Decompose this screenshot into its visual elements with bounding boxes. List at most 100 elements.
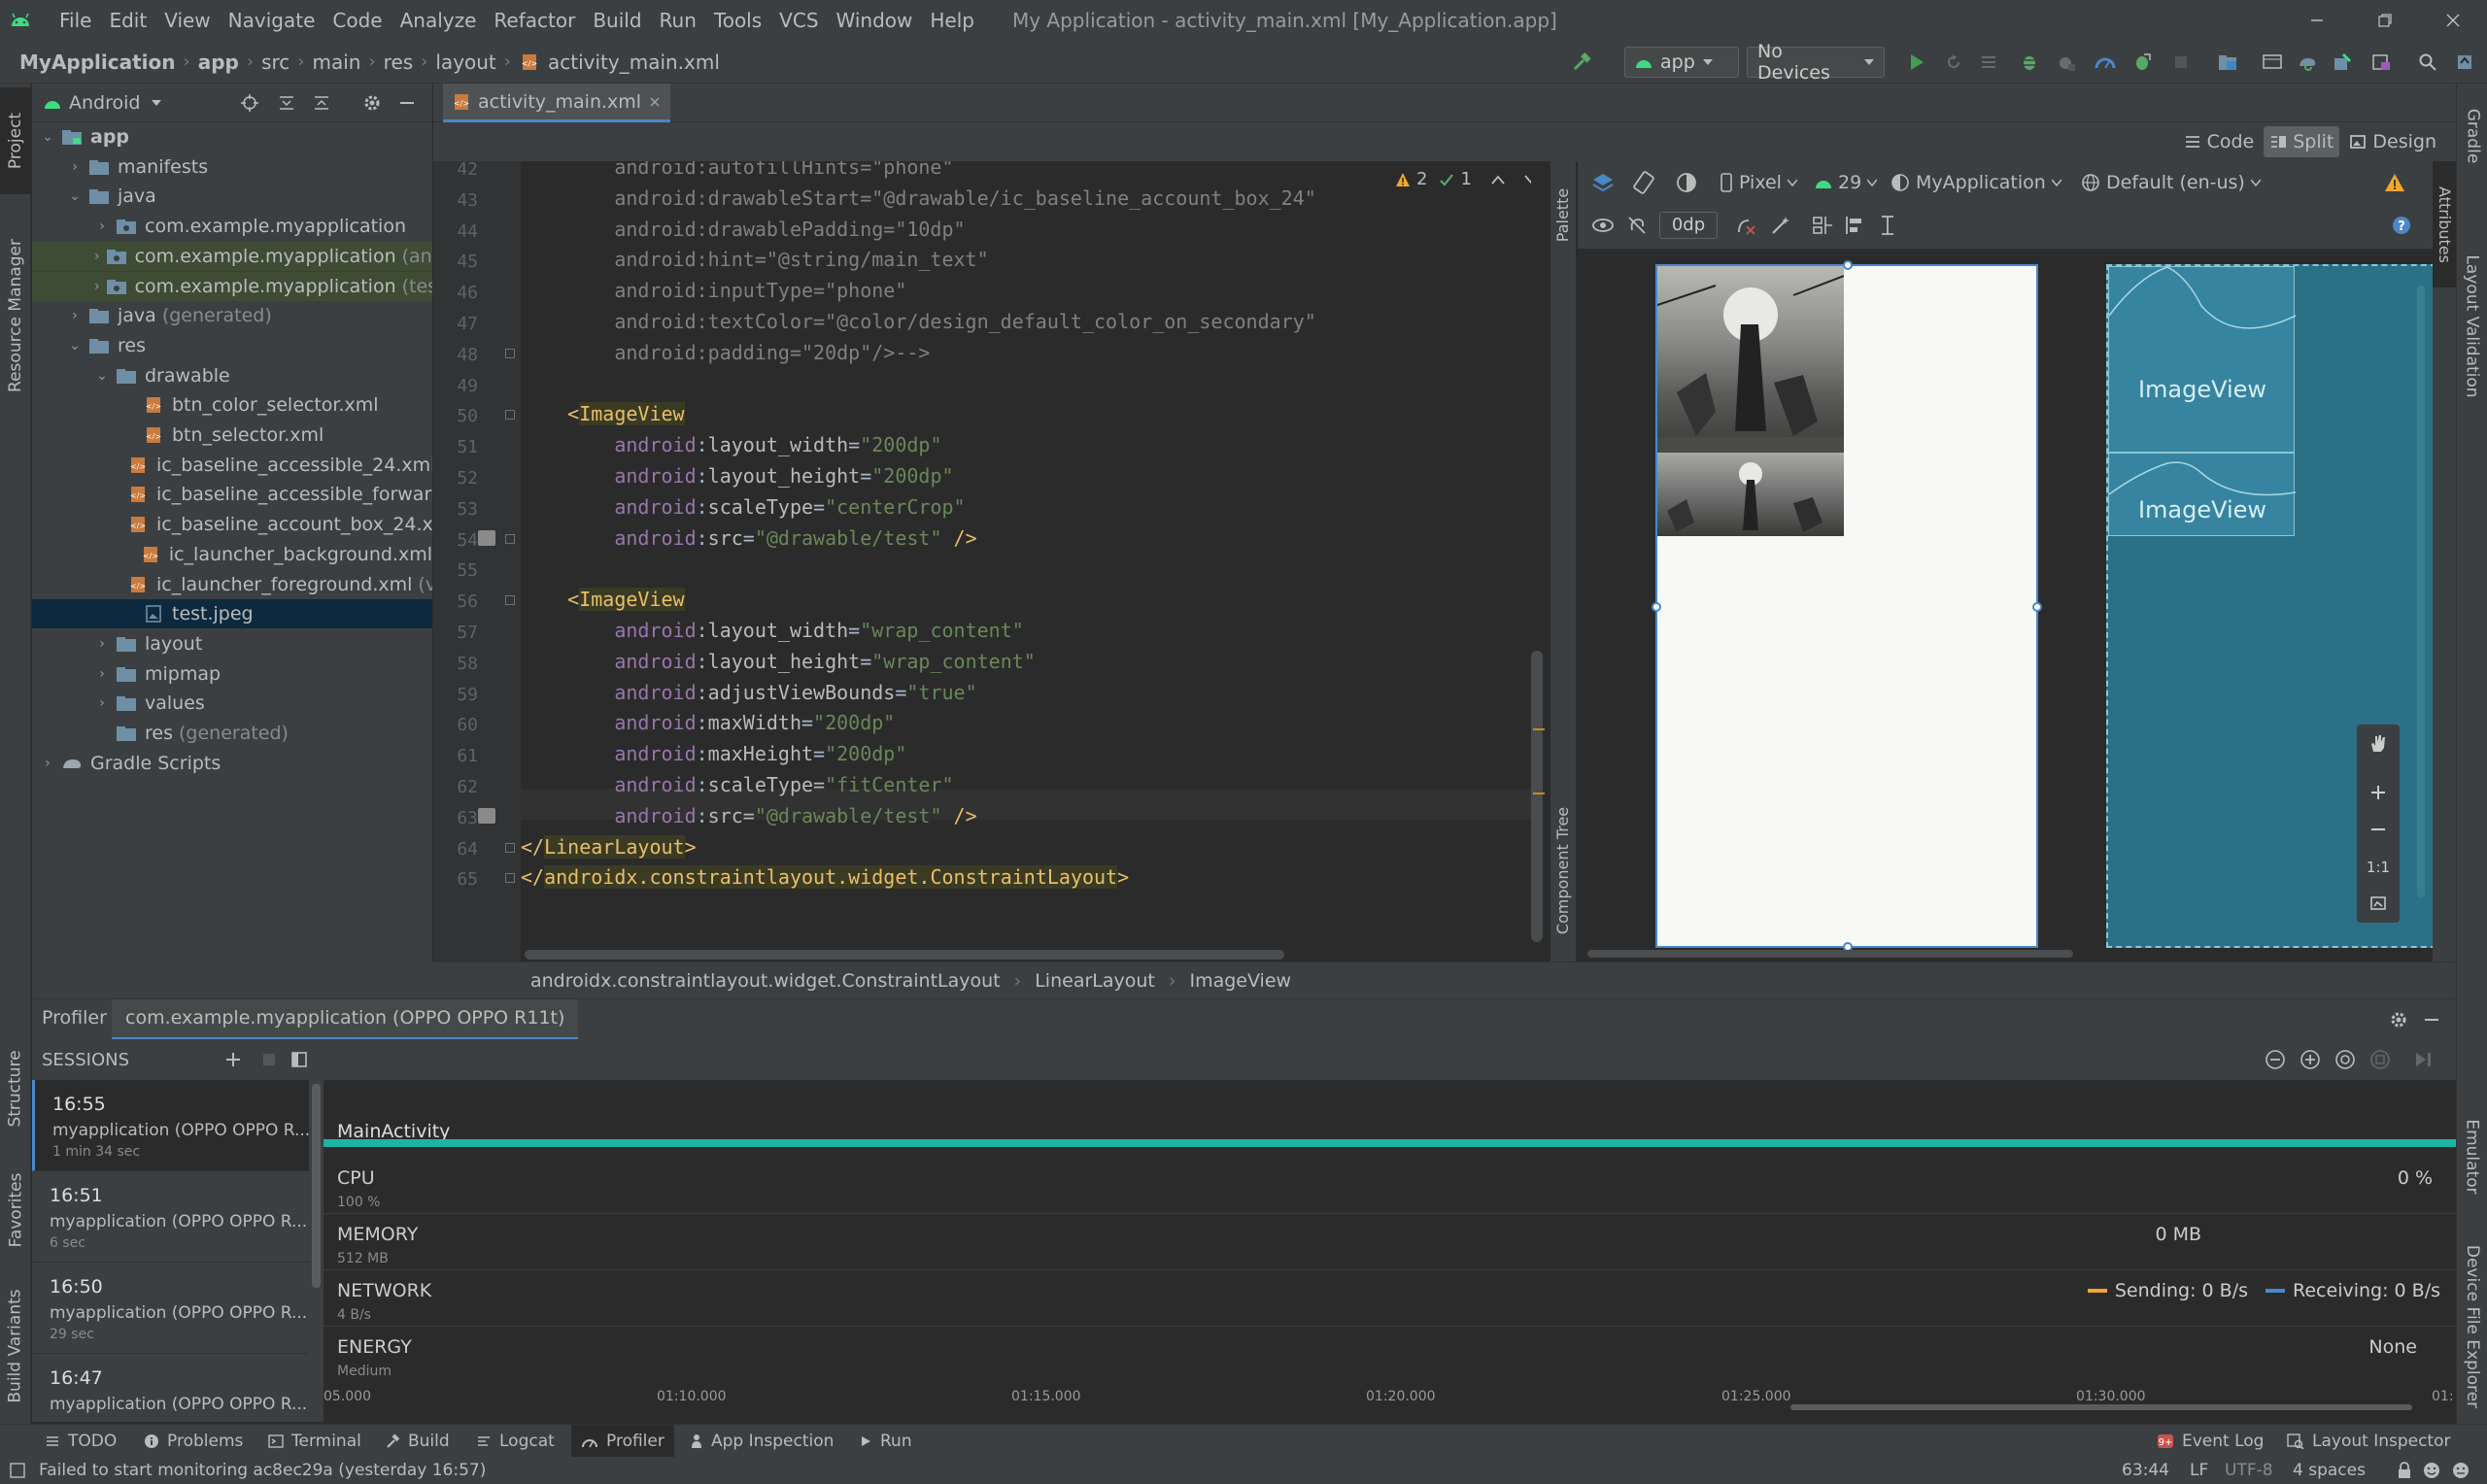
close-window-button[interactable] — [2419, 0, 2487, 41]
tree-item[interactable]: ⌄ java — [32, 182, 432, 211]
tree-item[interactable]: </> ic_baseline_account_box_24.xm — [32, 510, 432, 539]
tree-item[interactable]: </> ic_launcher_foreground.xml (v2 — [32, 570, 432, 599]
code-line[interactable]: android:inputType="phone" — [521, 279, 906, 302]
code-line[interactable]: android:drawableStart="@drawable/ic_base… — [521, 186, 1315, 210]
apply-changes-button[interactable] — [1937, 47, 1970, 78]
profiler-bottom-tab[interactable]: Profiler — [571, 1425, 674, 1458]
session-item[interactable]: 16:55 myapplication (OPPO OPPO R... 1 mi… — [32, 1080, 310, 1171]
menu-refactor[interactable]: Refactor — [485, 0, 584, 41]
orientation-icon[interactable] — [1632, 171, 1655, 194]
code-line[interactable]: android:textColor="@color/design_default… — [521, 310, 1315, 333]
layout-inspector-tab[interactable]: Layout Inspector — [2287, 1425, 2451, 1458]
imageview-fitcenter[interactable] — [1657, 453, 1844, 536]
ide-updates-button[interactable] — [2448, 47, 2481, 78]
fold-marker-icon[interactable] — [505, 873, 515, 884]
code-line[interactable]: android:hint="@string/main_text" — [521, 248, 988, 271]
code-line[interactable]: android:padding="20dp"/>--> — [521, 341, 930, 364]
code-line[interactable]: </androidx.constraintlayout.widget.Const… — [521, 865, 1129, 890]
tree-item[interactable]: ⌄ app — [32, 122, 432, 152]
add-session-icon[interactable] — [224, 1051, 242, 1068]
event-log-tab[interactable]: 9+ Event Log — [2157, 1425, 2264, 1458]
attach-process-button[interactable] — [2126, 47, 2159, 78]
feedback-face-icon[interactable] — [2452, 1462, 2470, 1479]
menu-vcs[interactable]: VCS — [770, 0, 827, 41]
menu-tools[interactable]: Tools — [705, 0, 770, 41]
clear-constraints-icon[interactable] — [1735, 215, 1756, 236]
menu-edit[interactable]: Edit — [100, 0, 155, 41]
tree-item[interactable]: › com.example.myapplication(test) — [32, 271, 432, 301]
device-dropdown[interactable]: No Devices — [1747, 41, 1885, 84]
tab-activity-main[interactable]: </> activity_main.xml — [443, 84, 671, 122]
zoom-to-selection-icon[interactable] — [2369, 1049, 2391, 1070]
problems-tab[interactable]: Problems — [144, 1425, 243, 1458]
fold-marker-icon[interactable] — [505, 533, 515, 544]
sdk-manager-button[interactable] — [2326, 47, 2359, 78]
warning-marker[interactable] — [1533, 728, 1545, 730]
chevron-down-icon[interactable]: ⌄ — [40, 129, 55, 145]
api-level-selector[interactable]: 29 — [1815, 167, 1878, 198]
close-tab-icon[interactable] — [649, 96, 661, 108]
chevron-up-icon[interactable] — [1491, 174, 1505, 186]
session-item[interactable]: 16:50 myapplication (OPPO OPPO R... 29 s… — [32, 1263, 309, 1354]
palette-tool-tab[interactable]: Palette — [1550, 161, 1576, 268]
avd-manager-button[interactable] — [2365, 47, 2398, 78]
component-tree-tool-tab[interactable]: Component Tree — [1550, 783, 1576, 958]
constraint-handle-right[interactable] — [2032, 602, 2042, 612]
todo-tab[interactable]: TODO — [45, 1425, 117, 1458]
chevron-down-icon[interactable]: ⌄ — [67, 188, 83, 204]
tree-item[interactable]: › com.example.myapplication(andr — [32, 241, 432, 271]
crumb-module[interactable]: app — [194, 51, 243, 74]
warning-icon[interactable] — [2384, 173, 2405, 192]
terminal-tab[interactable]: Terminal — [268, 1425, 361, 1458]
menu-build[interactable]: Build — [584, 0, 650, 41]
menu-file[interactable]: File — [51, 0, 100, 41]
tree-item[interactable]: › values — [32, 689, 432, 718]
image-preview-gutter-icon[interactable] — [478, 529, 495, 546]
tree-item[interactable]: </> btn_color_selector.xml — [32, 390, 432, 420]
code-line[interactable]: <ImageView — [521, 588, 685, 612]
reset-zoom-icon[interactable] — [2334, 1049, 2356, 1070]
search-everywhere-button[interactable] — [2411, 47, 2444, 78]
code-editor[interactable]: android:autofillHints="phone" android:dr… — [521, 161, 1531, 961]
run-button[interactable] — [1900, 47, 1933, 78]
crumb-file[interactable]: activity_main.xml — [544, 51, 724, 74]
fold-marker-icon[interactable] — [505, 348, 515, 358]
sessions-scrollbar[interactable] — [312, 1084, 321, 1288]
chevron-down-icon[interactable]: ⌄ — [94, 368, 110, 384]
locate-icon[interactable] — [240, 93, 259, 113]
layers-icon[interactable] — [1591, 171, 1615, 194]
code-line[interactable]: android:drawablePadding="10dp" — [521, 218, 965, 241]
autoconnect-off-icon[interactable] — [1626, 215, 1648, 236]
code-line[interactable]: android:adjustViewBounds="true" — [521, 681, 976, 704]
theme-selector[interactable]: MyApplication — [1891, 167, 2061, 198]
device-selector[interactable]: Pixel — [1720, 167, 1797, 198]
chevron-right-icon[interactable]: › — [40, 756, 55, 771]
menu-help[interactable]: Help — [921, 0, 983, 41]
menu-navigate[interactable]: Navigate — [220, 0, 324, 41]
code-line[interactable]: android:layout_width="200dp" — [521, 433, 941, 456]
build-variants-tool-tab[interactable]: Build Variants — [0, 1268, 31, 1424]
code-line[interactable]: <ImageView — [521, 402, 685, 426]
split-view-button[interactable]: Split — [2264, 126, 2340, 157]
design-view-button[interactable]: Design — [2343, 126, 2442, 157]
zoom-out-icon[interactable] — [2265, 1049, 2286, 1070]
stop-session-icon[interactable] — [261, 1052, 277, 1067]
tool-windows-toggle-icon[interactable] — [10, 1463, 25, 1478]
locale-selector[interactable]: Default (en-us) — [2081, 167, 2261, 198]
align-icon[interactable] — [1844, 215, 1867, 236]
view-options-eye-icon[interactable] — [1591, 216, 1615, 235]
network-monitor[interactable]: NETWORK 4 B/s Sending: 0 B/s Receiving: … — [324, 1270, 2456, 1327]
sync-gradle-button[interactable] — [2291, 47, 2324, 78]
gradle-tool-tab[interactable]: Gradle — [2457, 87, 2487, 185]
design-preview-screen[interactable] — [1652, 260, 2042, 952]
crumb-res[interactable]: res — [380, 51, 418, 74]
breadcrumb-linear-layout[interactable]: LinearLayout — [1035, 970, 1155, 992]
crumb-src[interactable]: src — [257, 51, 293, 74]
tree-item[interactable]: </> ic_launcher_background.xml — [32, 540, 432, 569]
tree-item[interactable]: › com.example.myapplication — [32, 212, 432, 241]
profiler-tab[interactable]: Profiler — [42, 1007, 107, 1029]
crumb-layout[interactable]: layout — [431, 51, 499, 74]
zoom-to-fit-icon[interactable] — [2368, 894, 2388, 913]
run-config-dropdown[interactable]: app — [1624, 47, 1739, 78]
timeline-scrollbar[interactable] — [1790, 1404, 2412, 1410]
